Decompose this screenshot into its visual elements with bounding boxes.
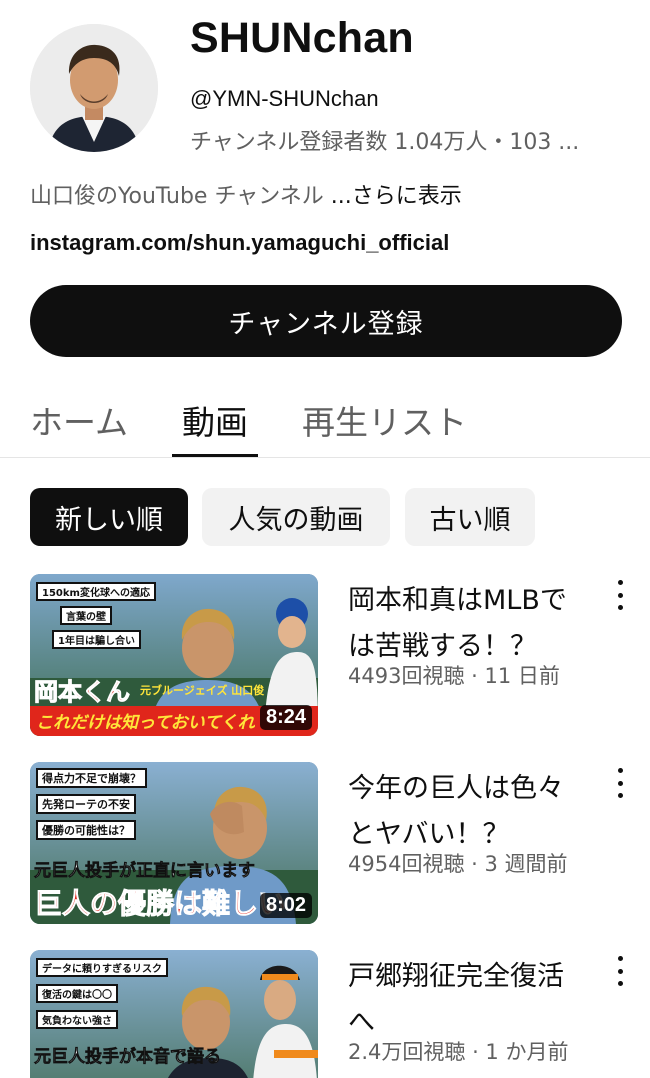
- video-title-line: 戸郷翔征完全復活: [348, 961, 564, 992]
- thumb-subline: 元巨人投手が本音で語る: [34, 1047, 222, 1068]
- channel-handle: @YMN-SHUNchan: [190, 86, 379, 111]
- video-title[interactable]: 戸郷翔征完全復活 へ: [348, 954, 598, 1046]
- video-thumbnail[interactable]: 得点力不足で崩壊？ 先発ローテの不安 優勝の可能性は？ 元巨人投手が正直に言いま…: [30, 762, 318, 924]
- video-thumbnail[interactable]: 150km変化球への適応 言葉の壁 1年目は騙し合い 岡本くん 元ブルージェイズ…: [30, 574, 318, 736]
- tab-home[interactable]: ホーム: [30, 396, 128, 444]
- video-title[interactable]: 今年の巨人は色々 とヤバい！？: [348, 766, 598, 858]
- thumb-subline: 元ブルージェイズ 山口俊: [140, 684, 265, 697]
- avatar-image: [30, 24, 158, 152]
- show-more-link[interactable]: ...さらに表示: [331, 184, 462, 209]
- thumb-caption-box: 復活の鍵は〇〇: [36, 984, 118, 1003]
- video-title-line: 岡本和真はMLBで: [348, 585, 567, 616]
- thumb-caption-box: 優勝の可能性は？: [36, 820, 136, 840]
- tab-playlists[interactable]: 再生リスト: [302, 396, 467, 444]
- filter-chip-newest[interactable]: 新しい順: [30, 488, 188, 546]
- video-item[interactable]: 得点力不足で崩壊？ 先発ローテの不安 優勝の可能性は？ 元巨人投手が正直に言いま…: [0, 762, 650, 932]
- channel-link[interactable]: instagram.com/shun.yamaguchi_official: [30, 230, 449, 256]
- video-thumbnail[interactable]: データに頼りすぎるリスク 復活の鍵は〇〇 気負わない強さ 元巨人投手が本音で語る: [30, 950, 318, 1078]
- subscribe-button[interactable]: チャンネル登録: [30, 285, 622, 357]
- video-title-line: は苦戦する！？: [348, 631, 537, 662]
- more-options-icon[interactable]: [612, 580, 628, 610]
- more-options-icon[interactable]: [612, 768, 628, 798]
- thumb-caption-box: 言葉の壁: [60, 606, 112, 625]
- thumb-caption-box: 150km変化球への適応: [36, 582, 156, 601]
- thumb-headline: 岡本くん: [34, 678, 131, 707]
- video-title[interactable]: 岡本和真はMLBで は苦戦する！？: [348, 578, 598, 670]
- filter-chip-popular[interactable]: 人気の動画: [202, 488, 390, 546]
- video-title-line: へ: [348, 1007, 375, 1038]
- video-duration: 8:02: [259, 893, 312, 918]
- video-item[interactable]: 150km変化球への適応 言葉の壁 1年目は騙し合い 岡本くん 元ブルージェイズ…: [0, 574, 650, 744]
- video-title-line: 今年の巨人は色々: [348, 773, 564, 804]
- video-meta: 4493回視聴 · 11 日前: [348, 664, 560, 688]
- active-tab-indicator: [172, 454, 258, 457]
- thumb-caption-box: 得点力不足で崩壊？: [36, 768, 147, 788]
- video-duration: 8:24: [259, 705, 312, 730]
- description-text: 山口俊のYouTube チャンネル: [30, 184, 331, 209]
- video-meta: 2.4万回視聴 · 1 か月前: [348, 1040, 569, 1064]
- video-title-line: とヤバい！？: [348, 819, 510, 850]
- thumb-headline: 巨人の優勝は難しい: [33, 887, 287, 921]
- channel-stats: チャンネル登録者数 1.04万人・103 ...: [190, 130, 580, 155]
- video-meta: 4954回視聴 · 3 週間前: [348, 852, 568, 876]
- thumb-caption-box: 1年目は騙し合い: [52, 630, 141, 649]
- channel-tabs: ホーム 動画 再生リスト: [0, 388, 650, 458]
- filter-chip-oldest[interactable]: 古い順: [405, 488, 535, 546]
- thumb-subline: 元巨人投手が正直に言います: [34, 861, 256, 882]
- channel-name: SHUNchan: [190, 14, 414, 62]
- thumb-banner-text: これだけは知っておいてくれ: [36, 713, 255, 733]
- more-options-icon[interactable]: [612, 956, 628, 986]
- tab-videos[interactable]: 動画: [182, 396, 248, 444]
- video-item[interactable]: データに頼りすぎるリスク 復活の鍵は〇〇 気負わない強さ 元巨人投手が本音で語る…: [0, 950, 650, 1078]
- channel-description[interactable]: 山口俊のYouTube チャンネル ...さらに表示: [30, 178, 462, 210]
- thumb-caption-box: 先発ローテの不安: [36, 794, 136, 814]
- channel-avatar[interactable]: [30, 24, 158, 152]
- thumb-caption-box: データに頼りすぎるリスク: [36, 958, 168, 977]
- thumb-caption-box: 気負わない強さ: [36, 1010, 118, 1029]
